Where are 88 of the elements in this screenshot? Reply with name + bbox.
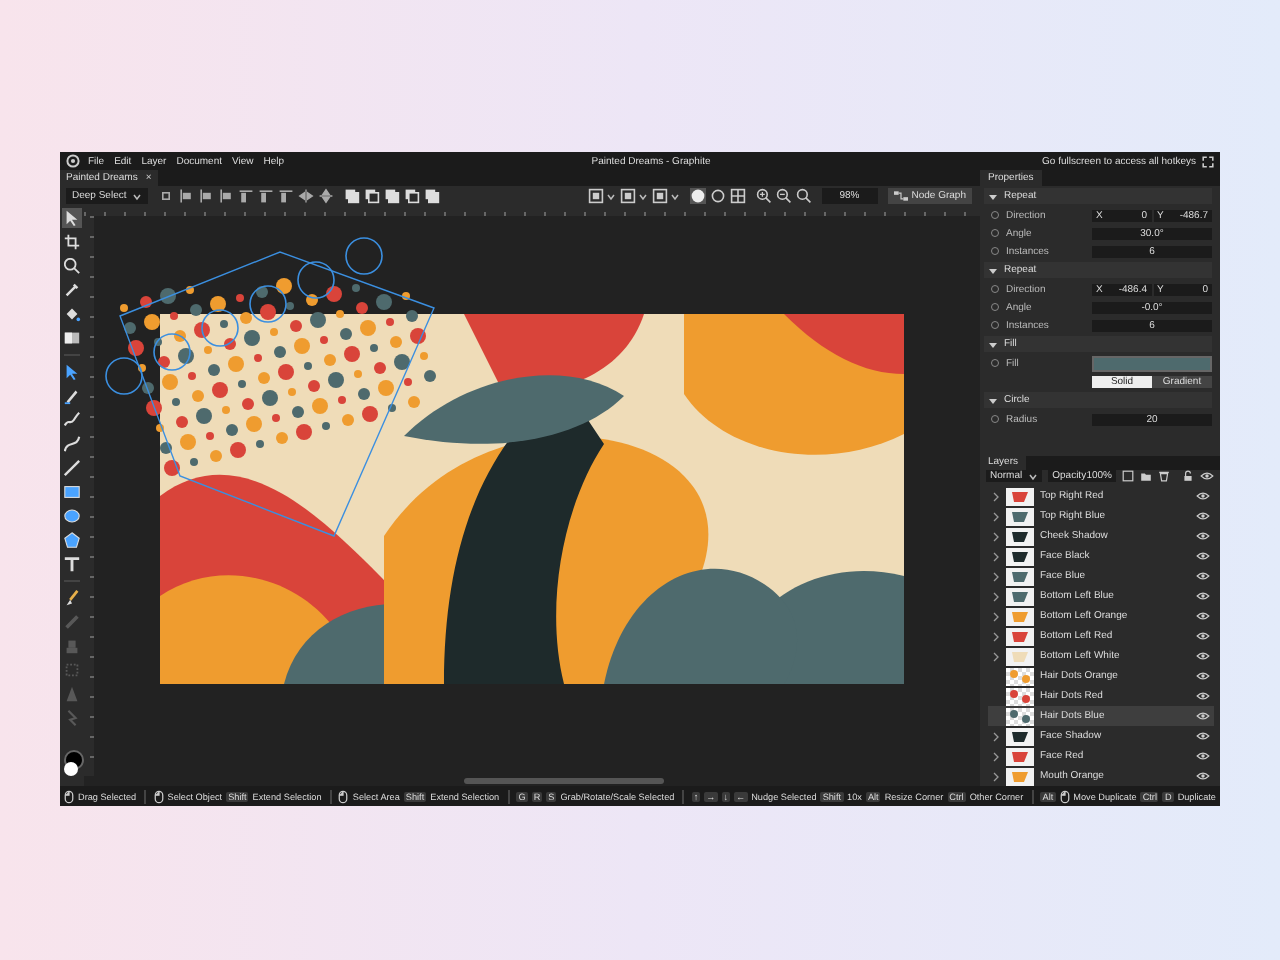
folder-icon[interactable] <box>1140 470 1152 483</box>
mouse-icon <box>64 789 74 803</box>
selection-outline-drawing[interactable] <box>105 237 435 537</box>
abstract-artwork-drawing[interactable] <box>160 314 904 684</box>
pixel-view-icon[interactable] <box>729 188 746 204</box>
caret-down-icon <box>988 191 998 201</box>
eye-icon[interactable] <box>1196 570 1210 582</box>
radio-dot-icon[interactable] <box>990 210 1000 220</box>
chevron-down-icon <box>669 191 680 201</box>
eye-icon[interactable] <box>1196 610 1210 622</box>
text-tool-icon[interactable] <box>62 554 82 574</box>
eye-icon[interactable] <box>1196 710 1210 722</box>
spline-icon[interactable] <box>62 434 82 454</box>
radio-dot-icon[interactable] <box>990 246 1000 256</box>
align-icon[interactable] <box>218 188 235 204</box>
align-icon[interactable] <box>238 188 255 204</box>
new-layer-icon[interactable] <box>1122 470 1134 483</box>
arrow-cursor-icon[interactable] <box>62 208 82 228</box>
radio-dot-icon[interactable] <box>990 358 1000 368</box>
crop-icon[interactable] <box>62 232 82 252</box>
eye-icon[interactable] <box>1196 650 1210 662</box>
zoom-in-icon[interactable] <box>755 188 772 204</box>
grid-icon[interactable] <box>619 188 636 204</box>
scrollbar-thumb[interactable] <box>464 778 664 784</box>
trash-icon[interactable] <box>1158 470 1170 483</box>
polygon-icon[interactable] <box>62 530 82 550</box>
radio-dot-icon[interactable] <box>990 414 1000 424</box>
flip-vertical-icon[interactable] <box>318 188 335 204</box>
paint-bucket-icon[interactable] <box>62 304 82 324</box>
eye-icon[interactable] <box>1196 730 1210 742</box>
radio-dot-icon[interactable] <box>990 228 1000 238</box>
fill-color-swatch[interactable] <box>1092 355 1212 371</box>
mouse-icon <box>153 789 164 803</box>
align-icon[interactable] <box>278 188 295 204</box>
eye-icon[interactable] <box>1196 490 1210 502</box>
magnifier-icon[interactable] <box>62 256 82 276</box>
pen-icon[interactable] <box>62 386 82 406</box>
mouse-icon <box>1059 789 1070 803</box>
eye-icon[interactable] <box>1196 590 1210 602</box>
zoom-reset-icon[interactable] <box>795 188 812 204</box>
normal-view-icon[interactable] <box>689 188 706 204</box>
eye-icon[interactable] <box>1196 530 1210 542</box>
snapping-icon[interactable] <box>587 188 604 204</box>
gradient-icon[interactable] <box>62 328 82 348</box>
rectangle-icon[interactable] <box>62 482 82 502</box>
eye-icon[interactable] <box>1196 630 1210 642</box>
radio-dot-icon[interactable] <box>990 284 1000 294</box>
canvas[interactable] <box>94 216 980 776</box>
fullscreen-icon[interactable] <box>1202 155 1215 167</box>
ellipse-icon[interactable] <box>62 506 82 526</box>
node-cursor-icon[interactable] <box>62 362 82 382</box>
overlays-icon[interactable] <box>651 188 668 204</box>
align-icon[interactable] <box>258 188 275 204</box>
layer-thumbnail <box>1006 667 1034 685</box>
chevron-down-icon <box>637 191 648 201</box>
layer-thumbnail <box>1006 687 1034 705</box>
layer-thumbnail <box>1006 707 1034 725</box>
caret-down-icon <box>988 395 998 405</box>
brush-icon[interactable] <box>62 588 82 608</box>
caret-down-icon <box>988 339 998 349</box>
eye-icon[interactable] <box>1196 770 1210 782</box>
app-logo-icon <box>66 154 80 168</box>
caret-down-icon <box>988 265 998 275</box>
chevron-down-icon <box>132 191 143 201</box>
eye-icon[interactable] <box>1196 690 1210 702</box>
eye-icon[interactable] <box>1196 750 1210 762</box>
secondary-color-swatch[interactable] <box>64 762 78 776</box>
line-icon[interactable] <box>62 458 82 478</box>
dot-pattern-drawing[interactable] <box>120 278 436 476</box>
flip-horizontal-icon[interactable] <box>298 188 315 204</box>
chevron-down-icon <box>1028 471 1039 482</box>
align-icon[interactable] <box>198 188 215 204</box>
align-icon[interactable] <box>178 188 195 204</box>
node-graph-icon <box>893 190 908 202</box>
chevron-down-icon <box>605 191 616 201</box>
radio-dot-icon[interactable] <box>990 302 1000 312</box>
eye-icon[interactable] <box>1196 550 1210 562</box>
eye-icon[interactable] <box>1196 510 1210 522</box>
lock-icon[interactable] <box>1182 470 1194 483</box>
zoom-out-icon[interactable] <box>775 188 792 204</box>
radio-dot-icon[interactable] <box>990 320 1000 330</box>
freehand-icon[interactable] <box>62 410 82 430</box>
eyedropper-icon[interactable] <box>62 280 82 300</box>
eye-icon[interactable] <box>1196 670 1210 682</box>
mouse-icon <box>338 789 349 803</box>
outline-view-icon[interactable] <box>709 188 726 204</box>
pivot-icon[interactable] <box>158 188 175 204</box>
eye-icon[interactable] <box>1200 470 1214 483</box>
